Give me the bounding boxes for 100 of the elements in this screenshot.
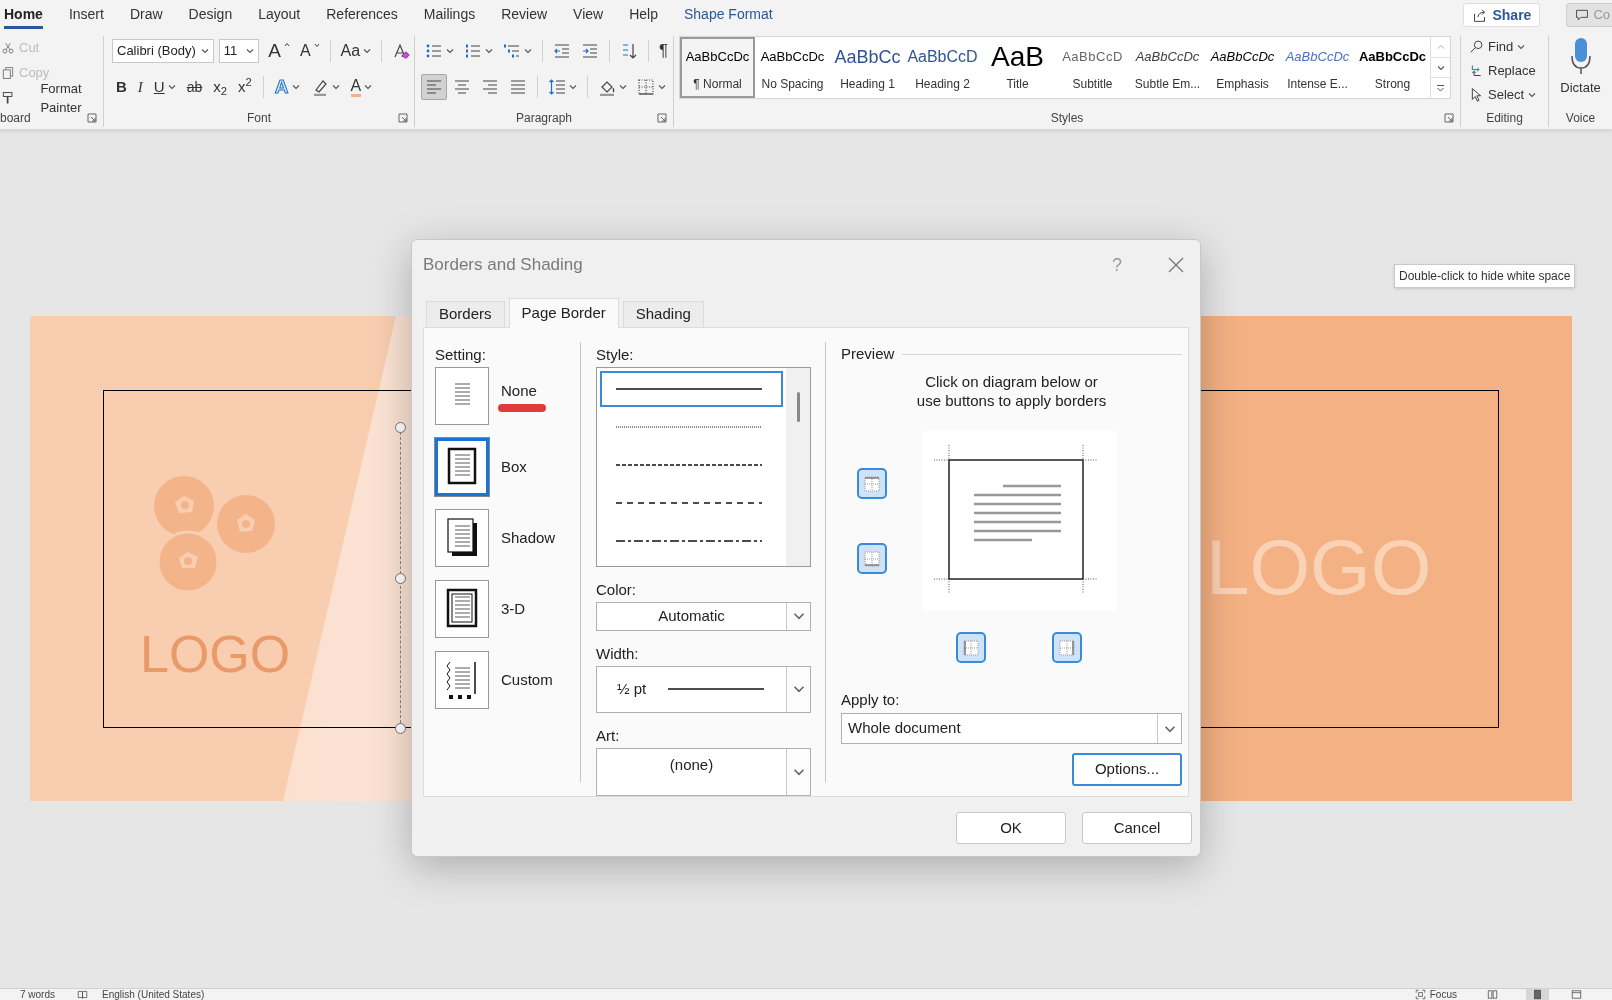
line-sample-icon xyxy=(616,501,762,505)
bold-button[interactable]: B xyxy=(112,74,131,100)
replace-icon xyxy=(1469,63,1484,78)
ok-button[interactable]: OK xyxy=(956,812,1066,844)
style-option[interactable]: AaBbCcDc ¶ Normal xyxy=(680,37,755,98)
down-caret-icon xyxy=(313,42,320,48)
border-toggle-button[interactable] xyxy=(956,632,986,663)
dialog-title: Borders and Shading xyxy=(423,254,583,277)
dialog-launcher-icon[interactable] xyxy=(87,113,97,123)
border-toggle-button[interactable] xyxy=(1052,632,1082,663)
ribbon-tab[interactable]: View xyxy=(573,1,604,29)
close-icon[interactable] xyxy=(1168,257,1184,273)
setting-option[interactable] xyxy=(435,580,489,638)
dictate-button[interactable]: Dictate xyxy=(1560,36,1601,109)
language-status[interactable]: English (United States) xyxy=(102,989,205,1000)
clear-formatting-icon xyxy=(392,42,410,60)
dialog-launcher-icon[interactable] xyxy=(657,113,667,123)
strikethrough-button[interactable]: ab xyxy=(182,74,207,100)
ribbon-tab[interactable]: Mailings xyxy=(423,1,476,29)
style-option[interactable]: AaBbCc Heading 1 xyxy=(830,37,905,98)
line-style-list[interactable] xyxy=(596,367,811,567)
align-left-button[interactable] xyxy=(421,74,447,100)
ribbon-tab[interactable]: Draw xyxy=(129,1,163,29)
style-option[interactable]: AaBbCcDc Intense E... xyxy=(1280,37,1355,98)
paintbrush-icon xyxy=(1,91,15,105)
dialog-tab[interactable]: Page Border xyxy=(508,298,619,328)
caret-icon xyxy=(246,47,255,55)
line-style-option[interactable] xyxy=(600,371,783,407)
style-option[interactable]: AaBbCcDc Strong xyxy=(1355,37,1430,98)
ribbon-tab[interactable]: Shape Format xyxy=(684,1,773,29)
ribbon-tab[interactable]: Insert xyxy=(68,1,104,29)
style-option[interactable]: AaBbCcDc Subtle Em... xyxy=(1130,37,1205,98)
setting-option[interactable] xyxy=(435,651,489,709)
dialog-launcher-icon[interactable] xyxy=(398,113,408,123)
show-marks-button[interactable]: ¶ xyxy=(655,38,673,64)
resize-handle[interactable] xyxy=(395,723,406,734)
group-label: Styles xyxy=(1050,110,1084,127)
dialog-tab[interactable]: Shading xyxy=(622,301,704,327)
replace-button[interactable]: Replace xyxy=(1469,60,1548,81)
caret-icon xyxy=(569,83,577,91)
justify-icon xyxy=(509,78,527,96)
select-button[interactable]: Select xyxy=(1469,84,1548,105)
underline-button[interactable]: U xyxy=(149,74,180,100)
focus-button[interactable]: Focus xyxy=(1414,989,1457,1000)
art-dropdown[interactable]: (none) xyxy=(596,748,811,796)
scroll-down-button[interactable] xyxy=(1431,56,1450,79)
dialog-launcher-icon[interactable] xyxy=(1444,113,1454,123)
style-option[interactable]: AaBbCcDc Emphasis xyxy=(1205,37,1280,98)
setting-label: Shadow xyxy=(501,527,556,548)
share-button[interactable]: Share xyxy=(1463,3,1541,27)
ribbon-tab[interactable]: Design xyxy=(188,1,233,29)
word-count[interactable]: 7 words xyxy=(20,989,55,1000)
ribbon-tab[interactable]: Help xyxy=(629,1,658,29)
caret-icon xyxy=(1436,63,1445,72)
italic-button[interactable]: I xyxy=(133,74,147,100)
group-label: Voice xyxy=(1565,110,1596,127)
subscript-button[interactable]: x$_{2}$ xyxy=(209,74,232,100)
bulleted-list-icon xyxy=(425,42,443,60)
caret-icon xyxy=(200,47,209,55)
find-button[interactable]: Find xyxy=(1469,36,1548,57)
color-dropdown[interactable]: Automatic xyxy=(596,601,811,631)
setting-label: None xyxy=(501,380,537,401)
change-case-button[interactable]: Aa xyxy=(336,38,376,64)
style-option[interactable]: AaBbCcD Subtitle xyxy=(1055,37,1130,98)
ribbon-tab[interactable]: Review xyxy=(501,1,548,29)
setting-option[interactable] xyxy=(435,438,489,496)
caret-icon xyxy=(364,83,373,91)
width-label: Width: xyxy=(596,643,640,663)
read-mode-icon xyxy=(1487,989,1498,1000)
style-label: Style: xyxy=(596,345,635,364)
cancel-button[interactable]: Cancel xyxy=(1082,812,1192,844)
ribbon-tab[interactable]: References xyxy=(326,1,398,29)
border-toggle-button[interactable] xyxy=(857,468,887,499)
setting-label: Custom xyxy=(501,669,553,690)
options-button[interactable]: Options... xyxy=(1072,753,1182,786)
numbered-list-icon xyxy=(464,42,482,60)
shrink-font-button[interactable]: A xyxy=(296,38,324,64)
apply-to-dropdown[interactable]: Whole document xyxy=(841,713,1182,744)
ribbon-tab[interactable]: Layout xyxy=(258,1,301,29)
font-name-field[interactable]: Calibri (Body) xyxy=(112,39,214,63)
grow-font-button[interactable]: A xyxy=(264,38,294,64)
berries-logo-icon xyxy=(154,474,275,593)
caret-icon xyxy=(446,47,454,55)
width-dropdown[interactable]: ½ pt xyxy=(596,665,811,714)
setting-option[interactable] xyxy=(435,509,489,567)
border-toggle-button[interactable] xyxy=(857,543,887,574)
superscript-button[interactable]: x$^{2}$ xyxy=(234,74,256,100)
style-option[interactable]: AaB Title xyxy=(980,37,1055,98)
logo-text: LOGO xyxy=(140,624,291,684)
font-size-field[interactable]: 11 xyxy=(218,39,260,63)
resize-handle[interactable] xyxy=(395,422,406,433)
font-color-button[interactable]: A xyxy=(346,74,377,100)
scrollbar[interactable] xyxy=(786,368,810,566)
caret-icon xyxy=(363,47,372,55)
setting-label: Setting: xyxy=(435,345,487,364)
dialog-tab[interactable]: Borders xyxy=(426,301,505,327)
style-option[interactable]: AaBbCcDc No Spacing xyxy=(755,37,830,98)
setting-label: Box xyxy=(501,456,527,477)
resize-handle[interactable] xyxy=(395,573,406,584)
style-option[interactable]: AaBbCcD Heading 2 xyxy=(905,37,980,98)
